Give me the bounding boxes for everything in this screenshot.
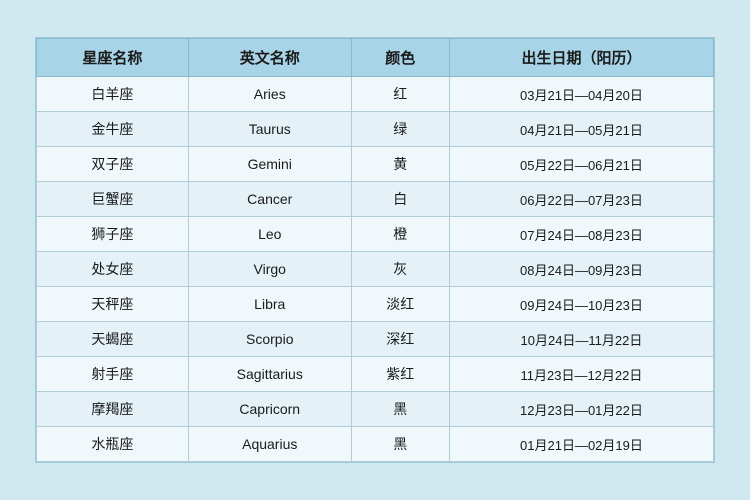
zodiac-table-container: 星座名称 英文名称 颜色 出生日期（阳历） 白羊座Aries红03月21日—04…: [35, 37, 715, 463]
cell-chinese-name: 天秤座: [37, 287, 189, 322]
cell-color: 橙: [351, 217, 449, 252]
cell-color: 灰: [351, 252, 449, 287]
cell-english-name: Cancer: [188, 182, 351, 217]
cell-color: 黑: [351, 427, 449, 462]
cell-english-name: Gemini: [188, 147, 351, 182]
cell-english-name: Aries: [188, 77, 351, 112]
cell-color: 白: [351, 182, 449, 217]
cell-dates: 10月24日—11月22日: [449, 322, 713, 357]
table-row: 处女座Virgo灰08月24日—09月23日: [37, 252, 714, 287]
cell-dates: 04月21日—05月21日: [449, 112, 713, 147]
cell-chinese-name: 金牛座: [37, 112, 189, 147]
header-english-name: 英文名称: [188, 39, 351, 77]
cell-color: 绿: [351, 112, 449, 147]
cell-color: 黄: [351, 147, 449, 182]
table-row: 摩羯座Capricorn黑12月23日—01月22日: [37, 392, 714, 427]
cell-chinese-name: 摩羯座: [37, 392, 189, 427]
table-row: 天蝎座Scorpio深红10月24日—11月22日: [37, 322, 714, 357]
table-row: 射手座Sagittarius紫红11月23日—12月22日: [37, 357, 714, 392]
cell-english-name: Virgo: [188, 252, 351, 287]
cell-chinese-name: 双子座: [37, 147, 189, 182]
table-row: 天秤座Libra淡红09月24日—10月23日: [37, 287, 714, 322]
cell-dates: 05月22日—06月21日: [449, 147, 713, 182]
cell-chinese-name: 水瓶座: [37, 427, 189, 462]
cell-dates: 03月21日—04月20日: [449, 77, 713, 112]
cell-dates: 11月23日—12月22日: [449, 357, 713, 392]
cell-dates: 08月24日—09月23日: [449, 252, 713, 287]
cell-dates: 06月22日—07月23日: [449, 182, 713, 217]
cell-color: 紫红: [351, 357, 449, 392]
cell-chinese-name: 巨蟹座: [37, 182, 189, 217]
cell-dates: 07月24日—08月23日: [449, 217, 713, 252]
cell-english-name: Aquarius: [188, 427, 351, 462]
cell-chinese-name: 狮子座: [37, 217, 189, 252]
cell-dates: 01月21日—02月19日: [449, 427, 713, 462]
cell-english-name: Taurus: [188, 112, 351, 147]
cell-chinese-name: 白羊座: [37, 77, 189, 112]
cell-color: 深红: [351, 322, 449, 357]
table-row: 水瓶座Aquarius黑01月21日—02月19日: [37, 427, 714, 462]
header-color: 颜色: [351, 39, 449, 77]
table-header-row: 星座名称 英文名称 颜色 出生日期（阳历）: [37, 39, 714, 77]
cell-english-name: Capricorn: [188, 392, 351, 427]
header-chinese-name: 星座名称: [37, 39, 189, 77]
cell-chinese-name: 天蝎座: [37, 322, 189, 357]
cell-color: 红: [351, 77, 449, 112]
cell-english-name: Scorpio: [188, 322, 351, 357]
cell-chinese-name: 射手座: [37, 357, 189, 392]
table-row: 狮子座Leo橙07月24日—08月23日: [37, 217, 714, 252]
cell-english-name: Libra: [188, 287, 351, 322]
table-row: 白羊座Aries红03月21日—04月20日: [37, 77, 714, 112]
table-row: 巨蟹座Cancer白06月22日—07月23日: [37, 182, 714, 217]
cell-english-name: Leo: [188, 217, 351, 252]
cell-color: 黑: [351, 392, 449, 427]
header-dates: 出生日期（阳历）: [449, 39, 713, 77]
cell-chinese-name: 处女座: [37, 252, 189, 287]
cell-dates: 12月23日—01月22日: [449, 392, 713, 427]
cell-color: 淡红: [351, 287, 449, 322]
table-body: 白羊座Aries红03月21日—04月20日金牛座Taurus绿04月21日—0…: [37, 77, 714, 462]
cell-english-name: Sagittarius: [188, 357, 351, 392]
cell-dates: 09月24日—10月23日: [449, 287, 713, 322]
table-row: 金牛座Taurus绿04月21日—05月21日: [37, 112, 714, 147]
zodiac-table: 星座名称 英文名称 颜色 出生日期（阳历） 白羊座Aries红03月21日—04…: [36, 38, 714, 462]
table-row: 双子座Gemini黄05月22日—06月21日: [37, 147, 714, 182]
